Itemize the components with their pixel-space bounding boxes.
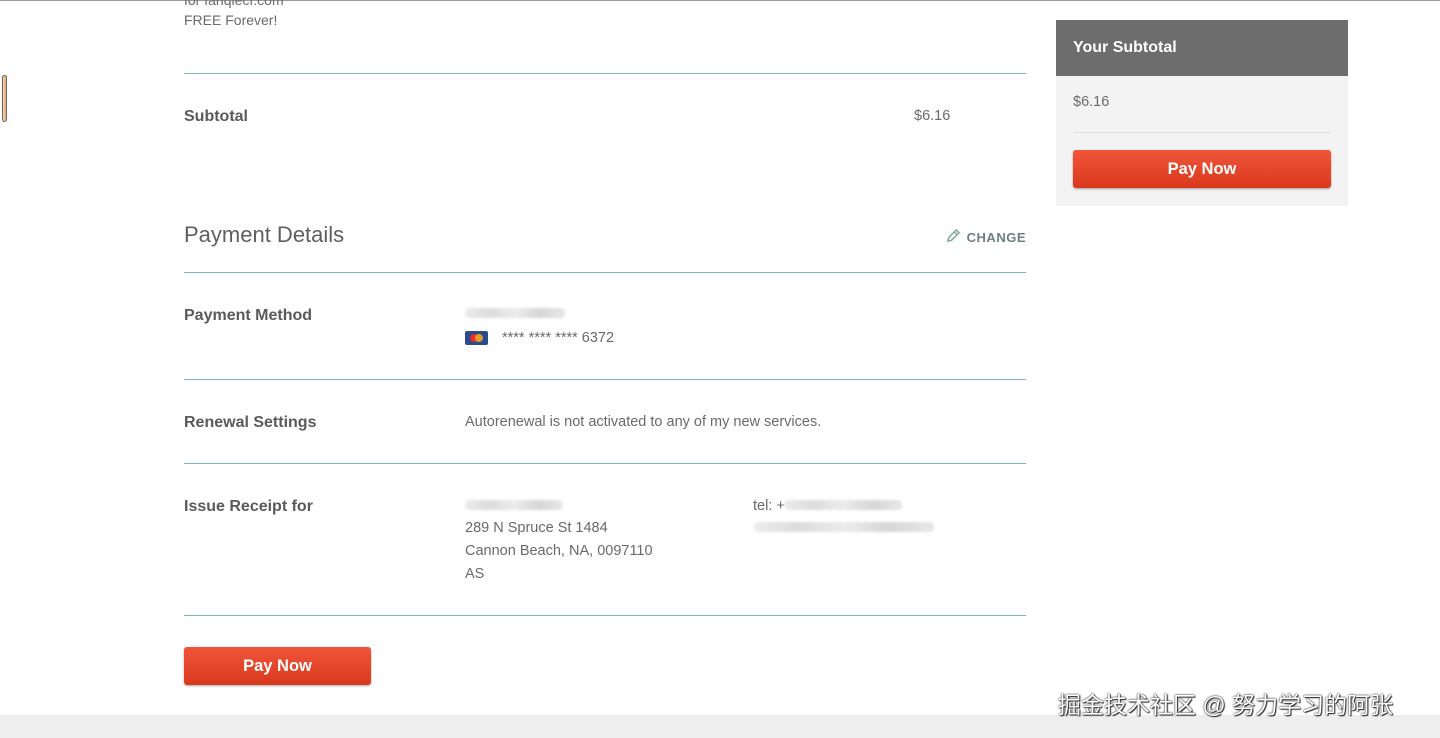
divider [184,379,1026,380]
divider [184,615,1026,616]
change-label: CHANGE [966,229,1026,245]
redacted-phone [784,500,902,510]
scroll-handle[interactable] [2,75,7,122]
sidebar-divider [1073,132,1331,133]
renewal-settings-label: Renewal Settings [184,414,317,431]
address-line-2: Cannon Beach, NA, 0097110 [465,543,653,559]
payment-method-label: Payment Method [184,307,313,324]
product-price-note: FREE Forever! [184,12,278,28]
sidebar-amount: $6.16 [1073,94,1110,110]
pay-now-button[interactable]: Pay Now [184,647,371,685]
subtotal-sidebar: Your Subtotal $6.16 Pay Now [1056,20,1348,206]
redacted-name [465,500,563,510]
subtotal-value: $6.16 [914,108,951,124]
product-domain-text: for fanqiecf.com [184,0,284,8]
change-payment-link[interactable]: CHANGE [946,228,1026,246]
issue-receipt-label: Issue Receipt for [184,498,313,515]
renewal-status-text: Autorenewal is not activated to any of m… [465,414,822,430]
divider [184,463,1026,464]
redacted-cardholder [465,308,565,318]
address-line-1: 289 N Spruce St 1484 [465,520,608,536]
sidebar-pay-now-button[interactable]: Pay Now [1073,150,1331,188]
checkout-main: for fanqiecf.com FREE Forever! Subtotal … [184,0,1026,715]
payment-details-title: Payment Details [184,222,345,247]
pencil-icon [946,228,961,246]
watermark-text: 掘金技术社区 @ 努力学习的阿张 [1058,692,1394,718]
mastercard-icon [465,331,488,345]
subtotal-label: Subtotal [184,108,248,125]
address-line-3: AS [465,566,485,582]
divider [184,73,1026,74]
tel-prefix: tel: + [753,498,785,514]
card-number: **** **** **** 6372 [502,330,615,346]
divider [184,272,1026,273]
sidebar-title: Your Subtotal [1056,20,1348,76]
redacted-email [754,522,934,532]
